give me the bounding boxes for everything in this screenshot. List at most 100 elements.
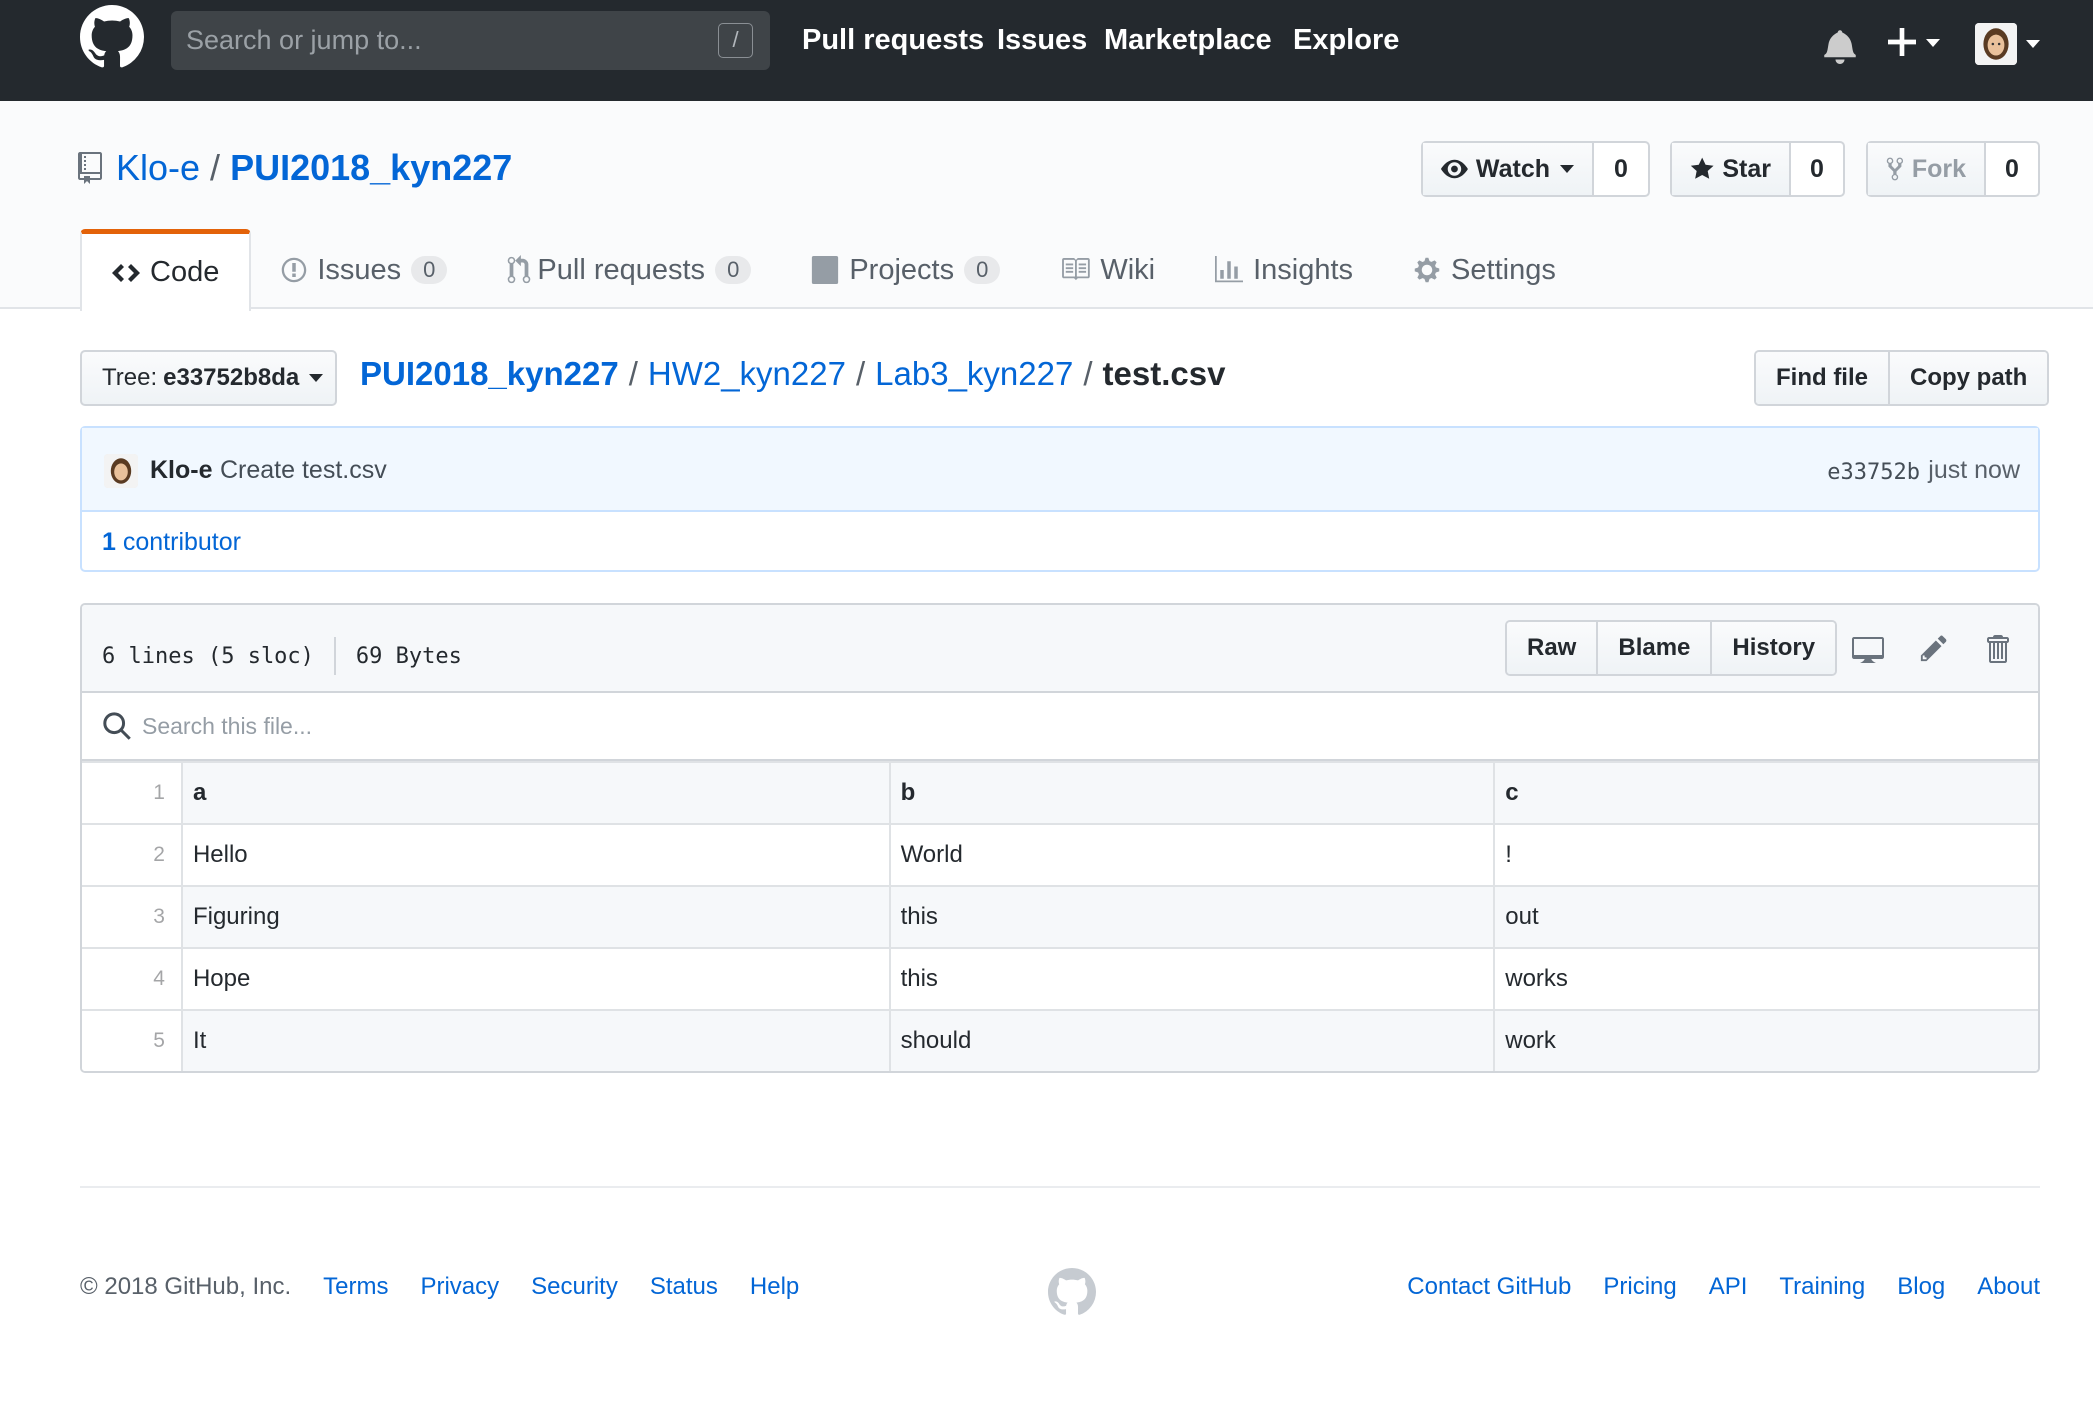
footer-link-help[interactable]: Help [750, 1273, 799, 1301]
tab-label: Wiki [1100, 253, 1156, 286]
nav-pull-requests[interactable]: Pull requests [802, 24, 984, 57]
file-view: 6 lines (5 sloc) 69 Bytes Raw Blame Hist… [80, 603, 2040, 1073]
breadcrumb-folder-link[interactable]: HW2_kyn227 [648, 355, 846, 393]
code-icon [112, 263, 140, 282]
create-new-dropdown[interactable] [1888, 24, 1948, 64]
table-cell: works [1493, 947, 2038, 1011]
line-number[interactable]: 1 [82, 761, 183, 825]
line-number[interactable]: 3 [82, 885, 183, 949]
tab-label: Code [150, 256, 220, 288]
footer-link-terms[interactable]: Terms [323, 1273, 388, 1301]
csv-table: 1 a b c 2 Hello World ! 3 Figuring this … [82, 761, 2038, 1071]
fork-button[interactable]: Fork [1868, 143, 1986, 195]
divider [333, 637, 336, 675]
file-info: 6 lines (5 sloc) 69 Bytes [102, 637, 462, 675]
table-cell: work [1493, 1009, 2038, 1071]
table-cell: Figuring [180, 885, 891, 949]
tab-pull-requests[interactable]: Pull requests 0 [477, 229, 781, 311]
nav-issues[interactable]: Issues [997, 24, 1087, 57]
path-separator: / [855, 355, 866, 392]
repo-owner-link[interactable]: Klo-e [116, 147, 200, 189]
footer-right: Contact GitHub Pricing API Training Blog… [1375, 1273, 2040, 1301]
commit-message-link[interactable]: Create test.csv [220, 456, 387, 485]
fork-icon [1886, 157, 1904, 181]
issue-icon [282, 257, 307, 283]
tab-projects[interactable]: Projects 0 [781, 229, 1030, 311]
blame-button[interactable]: Blame [1596, 622, 1711, 674]
repository-header: Klo-e / PUI2018_kyn227 Watch 0 Star 0 Fo… [0, 101, 2093, 311]
footer-link-status[interactable]: Status [650, 1273, 718, 1301]
line-number[interactable]: 5 [82, 1009, 183, 1071]
star-label: Star [1722, 154, 1771, 183]
user-menu-dropdown[interactable] [1975, 23, 2045, 67]
pencil-icon[interactable] [1920, 633, 1948, 663]
tab-label: Settings [1451, 253, 1556, 286]
footer-link-privacy[interactable]: Privacy [420, 1273, 499, 1301]
search-placeholder: Search or jump to... [186, 25, 422, 55]
tab-label: Projects [849, 253, 955, 286]
trash-icon[interactable] [1984, 633, 2010, 665]
table-cell: ! [1493, 823, 2038, 887]
footer-divider [80, 1186, 2040, 1188]
tab-issues[interactable]: Issues 0 [251, 229, 477, 311]
notification-bell-icon[interactable] [1824, 28, 1856, 64]
footer-link-pricing[interactable]: Pricing [1603, 1273, 1676, 1301]
footer-link-training[interactable]: Training [1779, 1273, 1865, 1301]
star-count[interactable]: 0 [1791, 143, 1843, 195]
watch-label: Watch [1475, 154, 1550, 183]
breadcrumb-repo-link[interactable]: PUI2018_kyn227 [360, 355, 619, 393]
github-logo-icon[interactable] [80, 5, 144, 69]
latest-commit-bar: Klo-e Create test.csv e33752b just now [82, 428, 2038, 512]
global-search-input[interactable]: Search or jump to... / [171, 11, 770, 70]
github-mark-icon[interactable] [1048, 1268, 1096, 1316]
branch-tree-selector[interactable]: Tree: e33752b8da [80, 350, 337, 406]
commit-sha-link[interactable]: e33752b [1827, 460, 1920, 485]
plus-icon [1888, 28, 1916, 56]
footer-link-api[interactable]: API [1709, 1273, 1748, 1301]
tab-wiki[interactable]: Wiki [1030, 229, 1185, 311]
gear-icon [1414, 257, 1440, 283]
file-search-input[interactable]: Search this file... [82, 693, 2038, 761]
repo-name-link[interactable]: PUI2018_kyn227 [230, 147, 512, 189]
commit-author-link[interactable]: Klo-e [150, 456, 213, 485]
copy-path-button[interactable]: Copy path [1888, 352, 2048, 404]
tab-label: Issues [317, 253, 402, 286]
contributors-count: 1 [102, 528, 116, 556]
footer-link-contact[interactable]: Contact GitHub [1407, 1273, 1571, 1301]
nav-marketplace[interactable]: Marketplace [1104, 24, 1272, 57]
table-cell: Hello [180, 823, 891, 887]
issues-counter: 0 [411, 256, 448, 284]
table-cell: should [888, 1009, 1496, 1071]
breadcrumb-folder-link[interactable]: Lab3_kyn227 [875, 355, 1073, 393]
file-header: 6 lines (5 sloc) 69 Bytes Raw Blame Hist… [82, 605, 2038, 693]
fork-label: Fork [1911, 154, 1966, 183]
pull-request-icon [508, 255, 531, 284]
desktop-icon[interactable] [1851, 633, 1885, 663]
raw-button[interactable]: Raw [1507, 622, 1597, 674]
history-button[interactable]: History [1710, 622, 1836, 674]
avatar[interactable] [104, 454, 138, 488]
chevron-down-icon [2026, 40, 2040, 48]
avatar [1975, 23, 2017, 65]
search-icon [103, 712, 131, 740]
watch-count[interactable]: 0 [1594, 143, 1648, 195]
contributors-link[interactable]: 1 contributor [102, 528, 241, 557]
watch-button-group: Watch 0 [1421, 141, 1650, 197]
star-button[interactable]: Star [1672, 143, 1791, 195]
table-header-cell: b [888, 761, 1496, 825]
tab-settings[interactable]: Settings [1383, 229, 1586, 311]
line-number[interactable]: 4 [82, 947, 183, 1011]
footer-link-blog[interactable]: Blog [1897, 1273, 1945, 1301]
tab-code[interactable]: Code [80, 229, 252, 311]
tab-insights[interactable]: Insights [1185, 229, 1383, 311]
table-row: 4 Hope this works [82, 947, 2038, 1011]
watch-button[interactable]: Watch [1423, 143, 1594, 195]
project-icon [812, 256, 839, 284]
path-separator: / [210, 147, 221, 188]
footer-link-about[interactable]: About [1977, 1273, 2040, 1301]
line-number[interactable]: 2 [82, 823, 183, 887]
nav-explore[interactable]: Explore [1293, 24, 1399, 57]
footer-link-security[interactable]: Security [531, 1273, 618, 1301]
find-file-button[interactable]: Find file [1756, 352, 1888, 404]
fork-count[interactable]: 0 [1986, 143, 2038, 195]
